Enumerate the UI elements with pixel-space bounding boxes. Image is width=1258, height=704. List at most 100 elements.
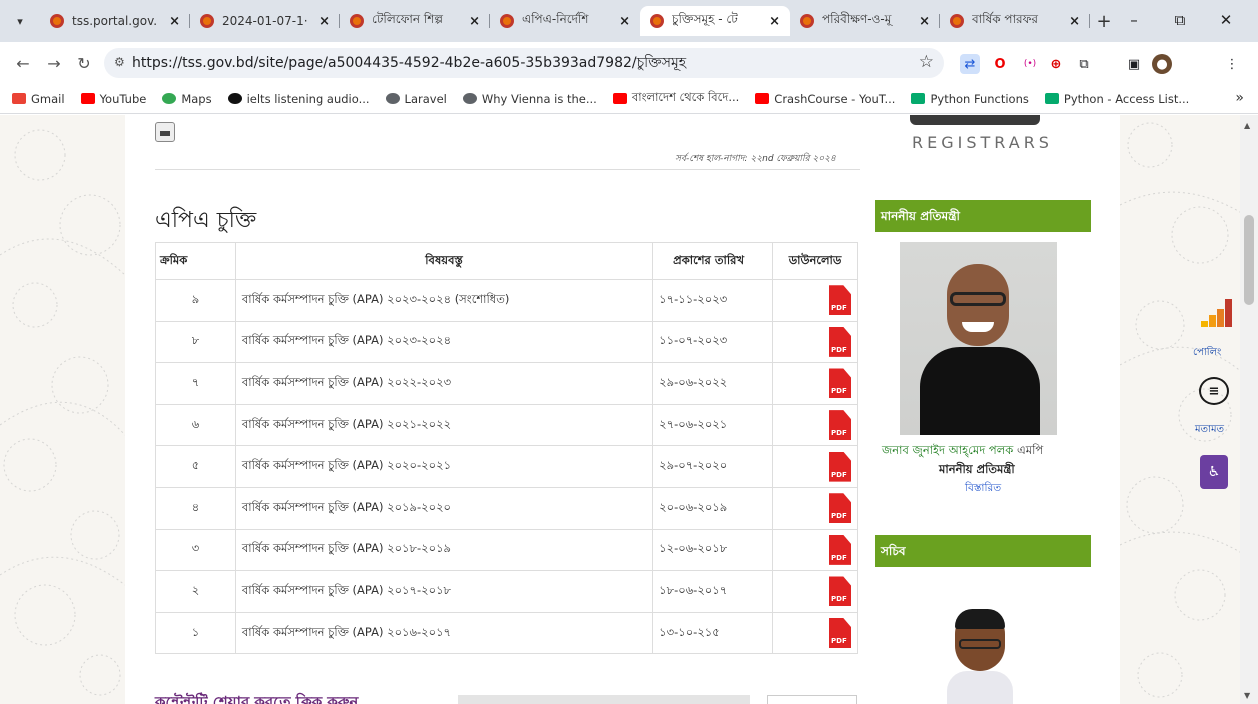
page-scrollbar[interactable]: ▲ ▼ [1240, 115, 1258, 704]
minister-details-link[interactable]: বিস্তারিত [965, 481, 1001, 498]
table-row: ৭ বার্ষিক কর্মসম্পাদন চুক্তি (APA) ২০২২-২… [155, 362, 858, 405]
browser-tab[interactable]: টেলিফোন শিল্প × [340, 6, 490, 36]
browser-tab[interactable]: পরিবীক্ষণ-ও-মূ × [790, 6, 940, 36]
table-row: ৫ বার্ষিক কর্মসম্পাদন চুক্তি (APA) ২০২০-২… [155, 445, 858, 488]
cell-download: PDF [772, 611, 858, 655]
share-button[interactable] [767, 695, 857, 704]
pdf-download-icon[interactable]: PDF [829, 451, 851, 482]
bookmark-youtube[interactable]: YouTube [80, 92, 146, 106]
tab-search-button[interactable]: ▾ [8, 10, 32, 32]
browser-tab[interactable]: tss.portal.gov. × [40, 6, 190, 36]
bookmark-ielts[interactable]: ielts listening audio... [227, 92, 370, 106]
site-favicon-icon [200, 14, 214, 28]
table-row: ৩ বার্ষিক কর্মসম্পাদন চুক্তি (APA) ২০১৮-২… [155, 528, 858, 572]
close-tab-icon[interactable]: × [1069, 14, 1080, 29]
pdf-download-icon[interactable]: PDF [829, 493, 851, 524]
bookmark-vienna[interactable]: Why Vienna is the... [462, 91, 597, 106]
forward-icon[interactable]: → [43, 52, 65, 74]
header-serial: ক্রমিক [155, 242, 236, 280]
wave-extension-icon[interactable]: (•) [1020, 54, 1040, 74]
bookmark-label: Python - Access List... [1063, 91, 1190, 106]
bookmark-laravel[interactable]: Laravel [385, 91, 447, 106]
header-subject: বিষয়বস্তু [234, 242, 654, 280]
bookmark-label: CrashCourse - YouT... [774, 91, 896, 106]
pdf-download-icon[interactable]: PDF [829, 576, 851, 607]
close-tab-icon[interactable]: × [919, 14, 930, 29]
cell-subject: বার্ষিক কর্মসম্পাদন চুক্তি (APA) ২০২০-২০… [234, 445, 654, 488]
pdf-download-icon[interactable]: PDF [829, 410, 851, 441]
bookmark-crashcourse[interactable]: CrashCourse - YouT... [755, 92, 895, 106]
close-window-icon[interactable]: ✕ [1204, 8, 1248, 32]
close-tab-icon[interactable]: × [469, 14, 480, 29]
bookmark-bangladesh[interactable]: বাংলাদেশ থেকে বিদে... [612, 89, 740, 108]
feedback-chat-icon[interactable]: ≡ [1199, 377, 1229, 405]
browser-tab-active[interactable]: চুক্তিসমূহ - টে × [640, 6, 790, 36]
tab-list: tss.portal.gov. × 2024-01-07-1· × টেলিফোন … [40, 6, 1118, 36]
browser-tab[interactable]: 2024-01-07-1· × [190, 6, 340, 36]
bookmark-python-list[interactable]: Python - Access List... [1044, 91, 1190, 106]
back-icon[interactable]: ← [12, 52, 34, 74]
bookmark-python-functions[interactable]: Python Functions [911, 92, 1029, 106]
record-extension-icon[interactable]: ⊕ [1046, 54, 1066, 74]
cell-download: PDF [772, 362, 858, 405]
cell-subject: বার্ষিক কর্মসম্পাদন চুক্তি (APA) ২০২১-২০… [234, 403, 654, 447]
scroll-thumb[interactable] [1244, 215, 1254, 305]
web-page: সর্ব-শেষ হাল-নাগাদ: ২২nd ফেব্রুয়ারি ২০২… [0, 115, 1240, 704]
feedback-label[interactable]: মতামত [1195, 422, 1224, 439]
browser-tab[interactable]: এপিএ-নির্দেশি × [490, 6, 640, 36]
bookmark-label: Why Vienna is the... [481, 91, 597, 106]
scroll-down-icon[interactable]: ▼ [1244, 691, 1250, 700]
cell-download: PDF [772, 320, 858, 364]
url-text: https://tss.gov.bd/site/page/a5004435-45… [132, 55, 687, 71]
translate-extension-icon[interactable]: ⇄ [960, 54, 980, 74]
site-info-icon[interactable]: ⚙ [114, 55, 125, 69]
bookmark-label: বাংলাদেশ থেকে বিদে... [631, 90, 740, 104]
accessibility-icon[interactable]: ♿ [1200, 455, 1228, 489]
close-tab-icon[interactable]: × [169, 14, 180, 29]
bookmark-star-icon[interactable]: ☆ [919, 52, 934, 72]
polling-chart-icon[interactable] [1201, 299, 1237, 327]
cell-subject: বার্ষিক কর্মসম্পাদন চুক্তি (APA) ২০২৩-২০… [234, 279, 654, 322]
minimize-icon[interactable]: – [1112, 8, 1156, 32]
tab-title: বার্ষিক পারফর [972, 12, 1039, 26]
table-row: ৮ বার্ষিক কর্মসম্পাদন চুক্তি (APA) ২০২৩-২… [155, 320, 858, 364]
minister-name[interactable]: জনাব জুনাইদ আহ্‌মেদ পলক এমপি [882, 442, 1043, 461]
browser-tab[interactable]: বার্ষিক পারফর × [940, 6, 1090, 36]
site-favicon-icon [950, 14, 964, 28]
pdf-download-icon[interactable]: PDF [829, 285, 851, 316]
pdf-label: PDF [831, 595, 847, 604]
close-tab-icon[interactable]: × [619, 14, 630, 29]
profile-avatar[interactable]: ● [1152, 54, 1172, 74]
cell-download: PDF [772, 403, 858, 447]
scroll-up-icon[interactable]: ▲ [1244, 121, 1250, 130]
extensions-puzzle-icon[interactable]: ⧉ [1074, 54, 1094, 74]
print-icon[interactable] [155, 122, 175, 142]
reload-icon[interactable]: ↻ [73, 52, 95, 74]
bookmark-label: Laravel [404, 91, 447, 106]
polling-label[interactable]: পোলিং [1193, 345, 1221, 362]
address-bar[interactable]: ⚙ https://tss.gov.bd/site/page/a5004435-… [104, 48, 944, 78]
restore-icon[interactable]: ⧉ [1158, 8, 1202, 32]
content-area: সর্ব-শেষ হাল-নাগাদ: ২২nd ফেব্রুয়ারি ২০২… [125, 115, 1120, 704]
browser-menu-icon[interactable]: ⋮ [1222, 54, 1242, 74]
tab-separator [1089, 14, 1090, 28]
bookmark-maps[interactable]: Maps [162, 92, 212, 106]
cell-serial: ৭ [155, 362, 236, 405]
side-panel-icon[interactable]: ▣ [1124, 54, 1144, 74]
w3schools-icon [911, 93, 926, 104]
opera-extension-icon[interactable]: O [990, 54, 1010, 74]
last-updated: সর্ব-শেষ হাল-নাগাদ: ২২nd ফেব্রুয়ারি ২০২… [675, 154, 836, 164]
bookmark-gmail[interactable]: Gmail [12, 92, 65, 106]
pdf-download-icon[interactable]: PDF [829, 534, 851, 565]
close-tab-icon[interactable]: × [319, 14, 330, 29]
more-bookmarks-icon[interactable]: » [1235, 90, 1244, 106]
minister-name-text: জনাব জুনাইদ আহ্‌মেদ পলক [882, 443, 1014, 457]
pdf-download-icon[interactable]: PDF [829, 618, 851, 649]
pdf-download-icon[interactable]: PDF [829, 326, 851, 357]
pdf-label: PDF [831, 470, 847, 479]
site-favicon-icon [500, 14, 514, 28]
pdf-download-icon[interactable]: PDF [829, 368, 851, 399]
cell-date: ২৭-০৬-২০২১ [652, 403, 774, 447]
share-content-link[interactable]: কন্টেন্টটি শেয়ার করতে ক্লিক করুন [155, 691, 358, 704]
close-tab-icon[interactable]: × [769, 14, 780, 29]
